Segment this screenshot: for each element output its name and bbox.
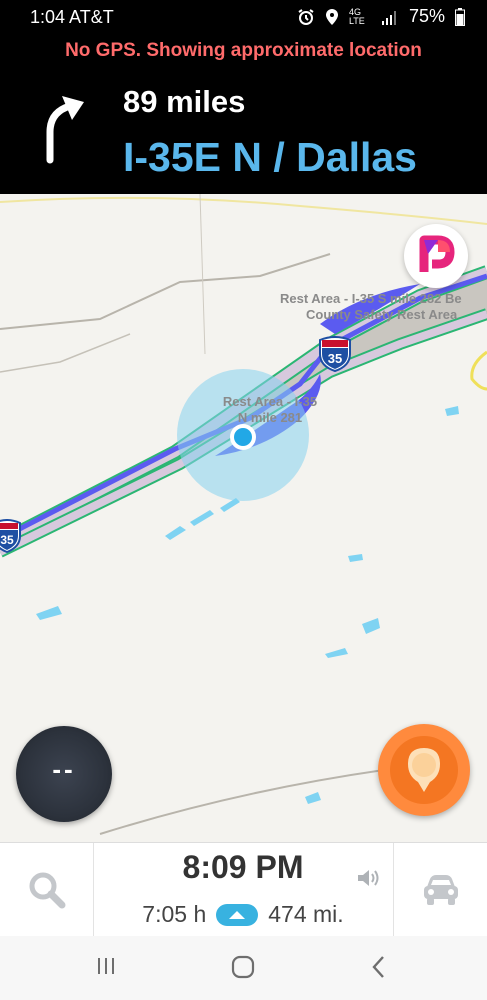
parking-button[interactable] <box>404 224 468 288</box>
speedometer[interactable]: -- <box>16 726 112 822</box>
turn-right-icon <box>46 96 84 164</box>
route-overview-icon <box>216 903 259 926</box>
parking-icon <box>419 235 455 272</box>
report-button[interactable] <box>378 724 470 816</box>
report-button-inner <box>390 736 458 804</box>
shield-number: 35 <box>0 533 14 547</box>
trip-distance: 474 mi. <box>268 901 344 927</box>
minor-road <box>199 194 206 355</box>
car-icon <box>424 875 458 905</box>
trip-panel: 8:09 PM 7:05 h 474 mi. <box>0 842 487 937</box>
report-icon <box>408 748 440 792</box>
trip-info[interactable]: 7:05 h 474 mi. <box>93 901 393 928</box>
location-icon <box>325 8 338 25</box>
turn-distance: 89 miles <box>123 84 246 119</box>
status-bar: 1:04 AT&T 4G LTE 75% <box>0 0 487 34</box>
navigation-header[interactable]: No GPS. Showing approximate location 89 … <box>0 34 487 194</box>
arrival-time[interactable]: 8:09 PM <box>93 849 393 886</box>
vehicle-button[interactable] <box>393 843 487 937</box>
search-button[interactable] <box>0 843 94 937</box>
gps-warning: No GPS. Showing approximate location <box>65 40 422 61</box>
sound-icon[interactable] <box>356 867 382 889</box>
battery-icon <box>455 7 465 26</box>
signal-icon <box>381 10 396 25</box>
alarm-icon <box>298 8 314 25</box>
interstate-shield: 35 <box>319 336 351 372</box>
interstate-shield-left: 35 <box>0 519 21 553</box>
system-navigation-bar <box>0 936 487 1000</box>
minor-road <box>0 333 131 373</box>
search-icon <box>29 872 66 909</box>
trip-duration: 7:05 h <box>142 901 207 927</box>
status-icons: 4G LTE 75% <box>297 6 465 27</box>
battery-percent: 75% <box>408 6 445 26</box>
recent-apps-icon[interactable] <box>94 954 118 978</box>
yellow-road <box>470 350 487 391</box>
back-icon[interactable] <box>368 954 390 980</box>
rest-area-north-label: Rest Area - I-35 N mile 281 <box>222 394 318 425</box>
home-icon[interactable] <box>230 954 256 980</box>
rest-area-south-label: Rest Area - I-35 S mile 282 Be County Sa… <box>280 291 462 322</box>
shield-number: 35 <box>328 351 342 366</box>
status-time-carrier: 1:04 AT&T <box>30 7 114 27</box>
next-road-name: I-35E N / Dallas <box>123 134 417 180</box>
speed-value: -- <box>52 754 76 784</box>
network-type: 4G LTE <box>348 6 365 26</box>
